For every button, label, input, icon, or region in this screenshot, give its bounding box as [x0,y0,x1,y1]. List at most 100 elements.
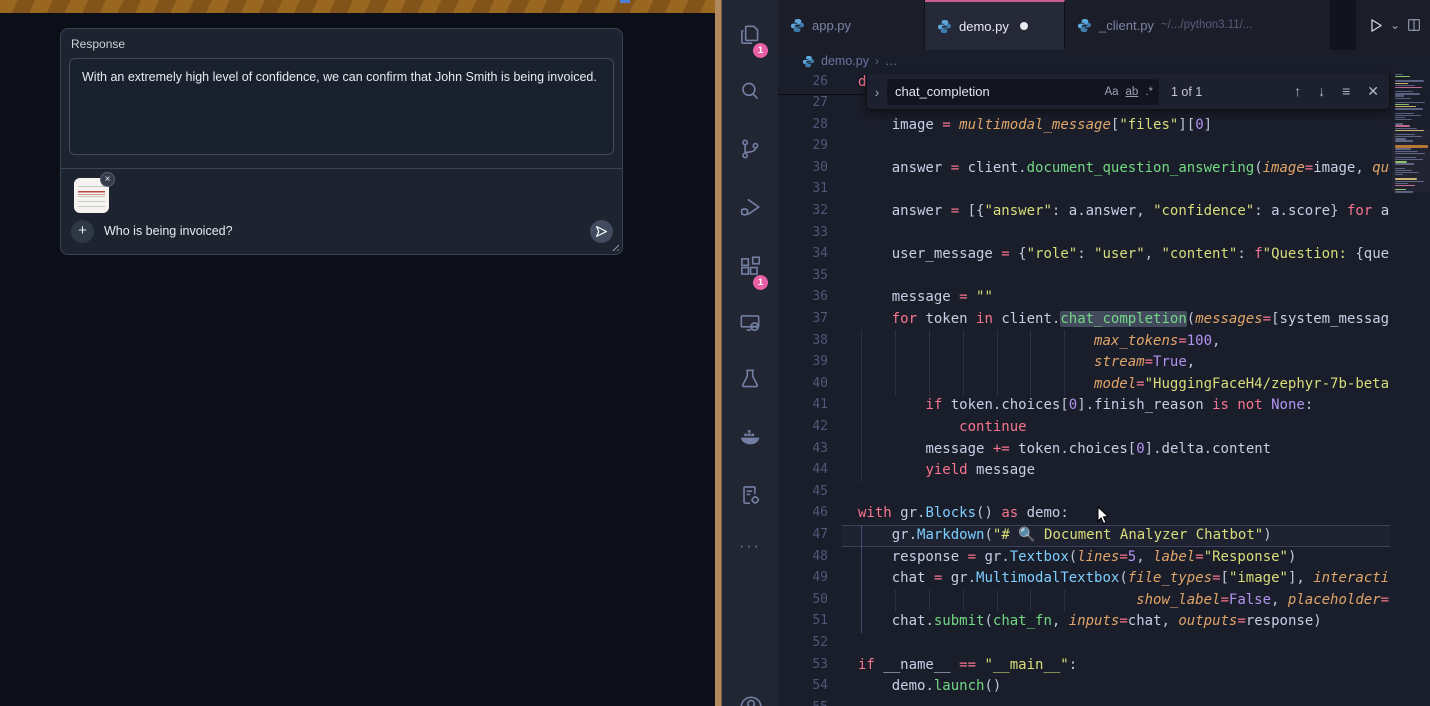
sidebar-item-run-debug[interactable] [722,184,778,232]
code-text: if token.choices[0].finish_reason is not… [858,397,1313,413]
run-dropdown-chevron-icon[interactable]: ⌄ [1390,18,1400,32]
sidebar-item-docker[interactable] [722,414,778,462]
sidebar-item-search[interactable] [722,68,778,116]
sidebar-item-source-control[interactable] [722,126,778,174]
send-button[interactable] [590,220,613,243]
mouse-cursor [1096,506,1112,526]
chat-input-row: + Who is being invoiced? [61,219,622,255]
tab-demo-py[interactable]: demo.py [925,0,1065,50]
sidebar-item-testing[interactable] [722,356,778,404]
find-in-selection-button[interactable]: ≡ [1342,83,1350,100]
attached-image-thumbnail[interactable]: × [74,178,109,213]
code-line-31[interactable]: 31 [778,179,1390,201]
code-line-42[interactable]: 42 continue [778,417,1390,439]
line-number: 28 [778,117,828,132]
minimap[interactable] [1392,58,1430,358]
minimap-line [1395,125,1410,126]
indent-guide [861,330,862,482]
split-editor-button[interactable] [1406,17,1422,33]
code-line-40[interactable]: 40 model="HuggingFaceH4/zephyr-7b-beta", [778,374,1390,396]
activity-bar: 1 [722,0,778,706]
code-line-29[interactable]: 29 [778,136,1390,158]
toggle-replace-chevron-icon[interactable]: › [867,84,887,100]
tab-app-py[interactable]: app.py [778,0,925,50]
code-line-52[interactable]: 52 [778,633,1390,655]
more-actions-button[interactable]: ··· [722,538,778,568]
run-button[interactable] [1367,17,1384,34]
code-line-54[interactable]: 54 demo.launch() [778,676,1390,698]
remove-attachment-button[interactable]: × [100,172,115,187]
code-text: message += token.choices[0].delta.conten… [858,441,1271,457]
code-line-50[interactable]: 50 show_label=False, placeholder= [778,590,1390,612]
code-line-28[interactable]: 28 image = multimodal_message["files"][0… [778,115,1390,137]
code-line-53[interactable]: 53if __name__ == "__main__": [778,655,1390,677]
code-line-33[interactable]: 33 [778,223,1390,245]
code-line-32[interactable]: 32 answer = [{"answer": a.answer, "confi… [778,201,1390,223]
vscode-window: 1 [722,0,1430,706]
find-query-text[interactable]: chat_completion [895,84,1097,99]
line-number: 48 [778,549,828,564]
line-number: 37 [778,311,828,326]
code-line-35[interactable]: 35 [778,266,1390,288]
code-line-43[interactable]: 43 message += token.choices[0].delta.con… [778,439,1390,461]
chat-input-text[interactable]: Who is being invoiced? [104,224,233,238]
python-file-icon [802,55,815,68]
editor-shell: app.pydemo.py_client.py~/.../python3.11/… [778,0,1430,706]
response-textarea[interactable]: With an extremely high level of confiden… [69,58,614,155]
code-line-34[interactable]: 34 user_message = {"role": "user", "cont… [778,244,1390,266]
add-attachment-button[interactable]: + [71,220,94,243]
code-text: chat.submit(chat_fn, inputs=chat, output… [858,613,1322,629]
sidebar-item-explorer[interactable]: 1 [722,12,778,60]
code-text: model="HuggingFaceH4/zephyr-7b-beta", [858,376,1390,392]
code-line-51[interactable]: 51 chat.submit(chat_fn, inputs=chat, out… [778,611,1390,633]
code-editor[interactable]: 2728 image = multimodal_message["files"]… [778,72,1430,706]
sidebar-item-remote-explorer[interactable] [722,300,778,348]
indent-guide [861,525,862,633]
code-line-46[interactable]: 46with gr.Blocks() as demo: [778,503,1390,525]
code-line-37[interactable]: 37 for token in client.chat_completion(m… [778,309,1390,331]
match-case-toggle[interactable]: Aa [1104,86,1118,98]
sidebar-item-task-config[interactable] [722,472,778,520]
code-line-30[interactable]: 30 answer = client.document_question_ans… [778,158,1390,180]
window-divider[interactable] [715,0,722,706]
indent-guide [1030,590,1031,611]
regex-toggle[interactable]: .* [1145,86,1153,98]
code-text: continue [858,419,1027,435]
line-number: 35 [778,268,828,283]
send-icon [595,225,608,238]
python-file-icon [937,19,952,34]
breadcrumb-file[interactable]: demo.py [821,54,869,68]
code-line-48[interactable]: 48 response = gr.Textbox(lines=5, label=… [778,547,1390,569]
code-line-55[interactable]: 55 [778,698,1390,706]
breadcrumb-more[interactable]: … [885,54,898,68]
docker-icon [737,424,763,450]
code-line-44[interactable]: 44 yield message [778,460,1390,482]
minimap-line [1395,91,1413,92]
whole-word-toggle[interactable]: ab [1126,86,1139,98]
sidebar-item-extensions[interactable]: 1 [722,244,778,292]
tab-label: _client.py [1099,18,1154,33]
code-line-38[interactable]: 38 max_tokens=100, [778,331,1390,353]
line-number: 39 [778,354,828,369]
code-text: user_message = {"role": "user", "content… [858,246,1390,262]
sidebar-item-account[interactable] [722,684,778,706]
tab-label: app.py [812,18,851,33]
code-line-41[interactable]: 41 if token.choices[0].finish_reason is … [778,395,1390,417]
minimap-line [1395,106,1416,107]
code-line-47[interactable]: 47 gr.Markdown("# 🔍 Document Analyzer Ch… [778,525,1390,547]
code-text: message = "" [858,289,993,305]
previous-match-button[interactable]: ↑ [1294,83,1301,100]
code-line-49[interactable]: 49 chat = gr.MultimodalTextbox(file_type… [778,568,1390,590]
tab--client-py[interactable]: _client.py~/.../python3.11/... [1065,0,1331,50]
minimap-slider[interactable] [1392,129,1430,192]
code-line-39[interactable]: 39 stream=True, [778,352,1390,374]
find-input[interactable]: chat_completion Aa ab .* [887,79,1159,105]
code-text: yield message [858,462,1035,478]
breadcrumb[interactable]: demo.py › … [778,50,1430,72]
find-nav: ↑ ↓ ≡ ✕ [1294,83,1379,100]
code-line-45[interactable]: 45 [778,482,1390,504]
code-line-36[interactable]: 36 message = "" [778,287,1390,309]
close-find-button[interactable]: ✕ [1367,83,1379,100]
next-match-button[interactable]: ↓ [1318,83,1325,100]
line-number: 47 [778,527,828,542]
